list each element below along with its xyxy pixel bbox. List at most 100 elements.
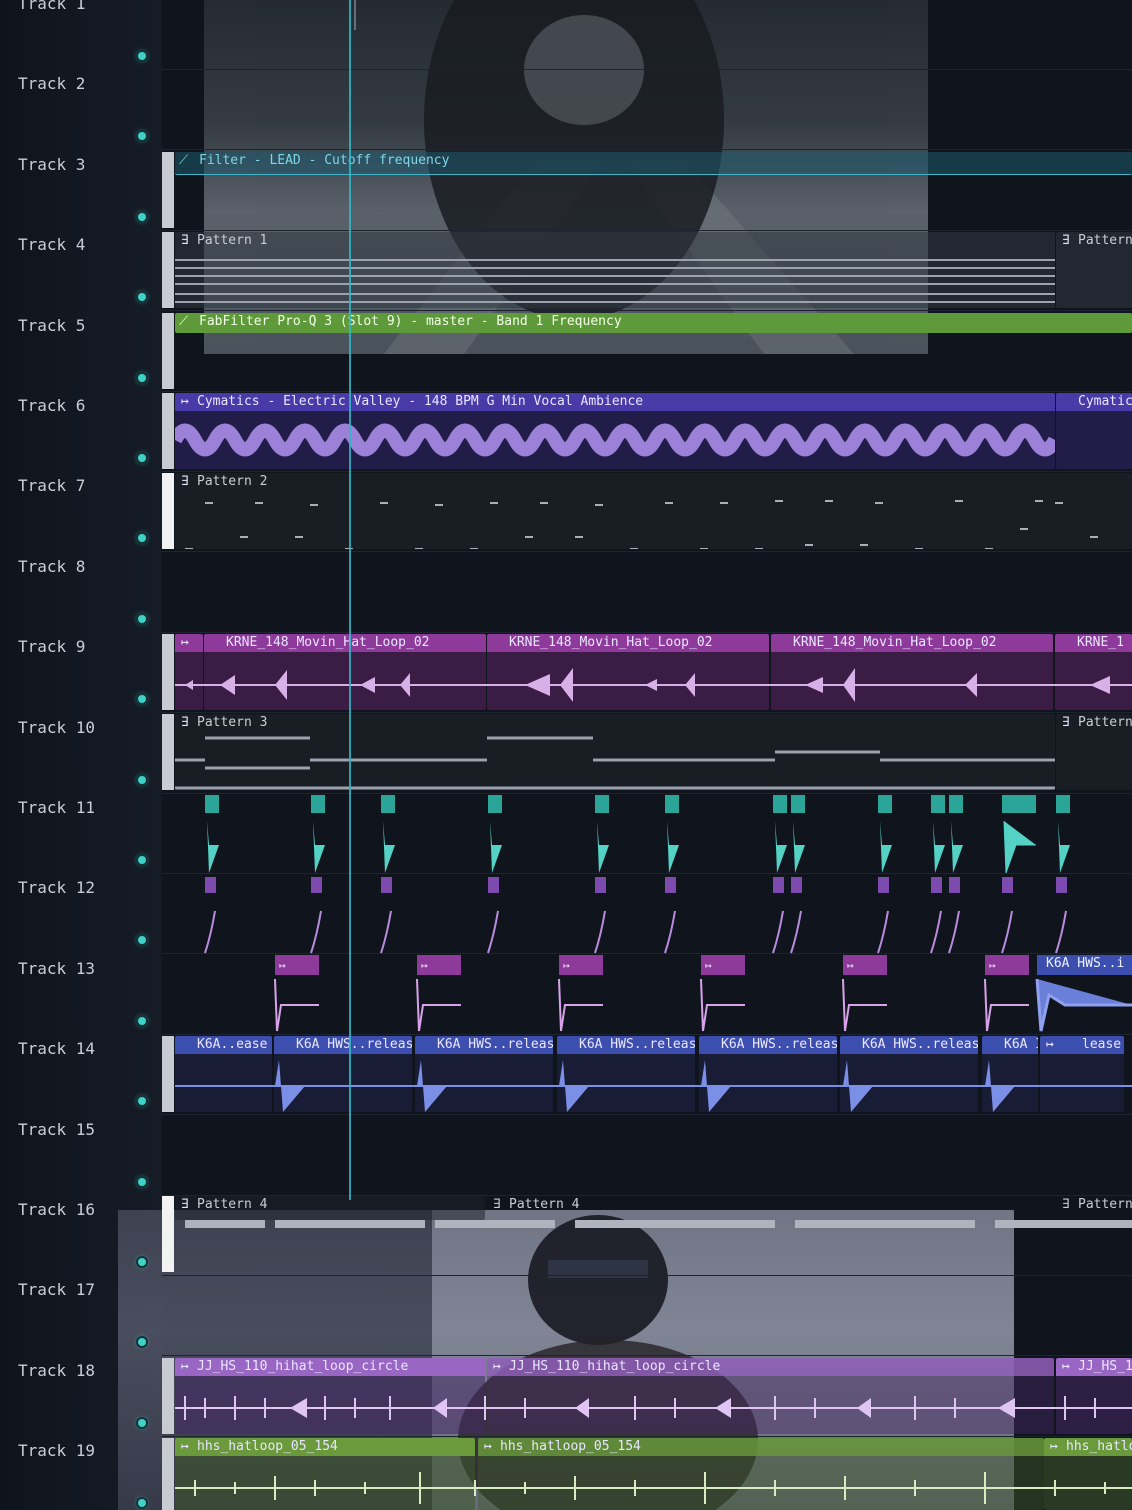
clip-title: Cymatics - Electric Valley - 148 BPM G M… (197, 394, 644, 409)
track-enable-dot[interactable] (138, 212, 146, 221)
track-row-separator (162, 390, 1132, 392)
track-row-separator (162, 551, 1132, 553)
track-label[interactable]: Track 16 (18, 1200, 95, 1219)
track-enable-dot[interactable] (138, 1016, 146, 1025)
clip-title: Pattern 2 (197, 474, 268, 489)
track-label[interactable]: Track 11 (18, 798, 95, 817)
track-14-handle[interactable] (162, 1036, 174, 1112)
clip-title: FabFilter Pro-Q 3 (Slot 9) - master - Ba… (199, 314, 622, 329)
clip-title: KRNE_1 (1077, 635, 1124, 650)
track-label[interactable]: Track 7 (18, 476, 85, 495)
clip-title: hhs_hatlo (1066, 1439, 1132, 1454)
track-label[interactable]: Track 17 (18, 1280, 95, 1299)
track-enable-dot[interactable] (138, 1258, 146, 1266)
clip-title: K6A HWS..release (437, 1037, 553, 1052)
clip-title: KRNE_148_Movin_Hat_Loop_02 (509, 635, 713, 650)
track-3-handle[interactable] (162, 152, 174, 228)
track-5-handle[interactable] (162, 313, 174, 389)
clip-title: JJ_HS_110_hihat_loop_circle (509, 1359, 721, 1374)
audio-clip-cymatics-b[interactable]: Cymatic (1056, 393, 1132, 469)
pattern-clip-2[interactable]: ∃ Pattern 2 (175, 473, 1132, 549)
pattern-notes (185, 500, 1098, 549)
clip-title: Cymatic (1078, 394, 1132, 409)
automation-clip-filter[interactable]: ⟋ Filter - LEAD - Cutoff frequency (175, 152, 1132, 175)
clip-title: JJ_HS_110_hihat_loop_circle (197, 1359, 409, 1374)
track-7-handle[interactable] (162, 473, 174, 549)
clip-title: Pattern 4 (197, 1197, 268, 1212)
waveform-jj (175, 1396, 1132, 1420)
track-11-oneshots (205, 795, 1070, 874)
track-label[interactable]: Track 1 (18, 0, 85, 13)
clip-title: Pattern 3 (197, 715, 268, 730)
svg-text:↦: ↦ (279, 959, 286, 972)
pattern-notes (175, 259, 1055, 303)
waveform-k6a (175, 1060, 1132, 1112)
track-enable-dot[interactable] (138, 1418, 146, 1427)
audio-clip-cymatics-a[interactable]: ↦ Cymatics - Electric Valley - 148 BPM G… (175, 393, 1055, 469)
track-10-handle[interactable] (162, 714, 174, 790)
track-row-separator (162, 1355, 1132, 1357)
track-label[interactable]: Track 12 (18, 878, 95, 897)
track-enable-dot[interactable] (138, 373, 146, 382)
track-row-separator (162, 149, 1132, 151)
clip-title: KRNE_148_Movin_Hat_Loop_02 (226, 635, 430, 650)
automation-clip-fabfilter[interactable]: ⟋ FabFilter Pro-Q 3 (Slot 9) - master - … (175, 313, 1132, 333)
track-row-separator (162, 792, 1132, 794)
track-enable-dot[interactable] (138, 775, 146, 784)
track-label[interactable]: Track 10 (18, 718, 95, 737)
pattern-clip-1a[interactable]: ∃ Pattern 1 (175, 232, 1055, 308)
pattern-clip-4c[interactable]: ∃ Pattern (1056, 1196, 1132, 1220)
track-label[interactable]: Track 4 (18, 235, 85, 254)
track-18-handle[interactable] (162, 1358, 174, 1434)
pattern-clip-3b[interactable]: ∃ Pattern (1056, 714, 1132, 790)
pattern-clip-1b[interactable]: ∃ Pattern (1056, 232, 1132, 308)
track-label[interactable]: Track 3 (18, 155, 85, 174)
clip-title: hhs_hatloop_05_154 (500, 1439, 641, 1454)
track-label[interactable]: Track 5 (18, 316, 85, 335)
track-row-separator (162, 1275, 1132, 1276)
track-label[interactable]: Track 2 (18, 74, 85, 93)
track-enable-dot[interactable] (138, 614, 146, 623)
waveform-hhs (175, 1472, 1132, 1504)
track-enable-dot[interactable] (138, 52, 146, 60)
track-label[interactable]: Track 8 (18, 557, 85, 576)
track-enable-dot[interactable] (138, 454, 146, 462)
svg-text:↦: ↦ (847, 959, 854, 972)
track-row-separator (162, 631, 1132, 633)
track-enable-dot[interactable] (138, 856, 146, 864)
audio-clip-icon: ↦ (181, 635, 189, 650)
track-label[interactable]: Track 14 (18, 1039, 95, 1058)
track-label[interactable]: Track 18 (18, 1361, 95, 1380)
clip-title: Pattern (1078, 1197, 1132, 1212)
svg-text:↦: ↦ (421, 959, 428, 972)
track-16-handle[interactable] (162, 1196, 174, 1272)
track-13-clips: ↦ ↦ ↦ ↦ ↦ ↦ (274, 955, 1132, 1032)
track-label[interactable]: Track 9 (18, 637, 85, 656)
track-4-handle[interactable] (162, 232, 174, 308)
track-row-separator (162, 471, 1132, 472)
track-label[interactable]: Track 19 (18, 1441, 95, 1460)
clip-title: Filter - LEAD - Cutoff frequency (199, 153, 450, 168)
clip-title: JJ_HS_1 (1078, 1359, 1132, 1374)
track-row-separator (162, 310, 1132, 312)
clip-title: lease (1082, 1037, 1122, 1052)
pattern-notes (175, 736, 1055, 790)
track-label[interactable]: Track 13 (18, 959, 95, 978)
track-9-handle[interactable] (162, 634, 174, 710)
pattern-clip-4a[interactable]: ∃ Pattern 4 (175, 1196, 485, 1220)
track-6-handle[interactable] (162, 393, 174, 469)
track-label[interactable]: Track 6 (18, 396, 85, 415)
track-label[interactable]: Track 15 (18, 1120, 95, 1139)
pattern-clip-3a[interactable]: ∃ Pattern 3 (175, 714, 1055, 790)
clip-title-k6a-13[interactable]: K6A HWS..i (1046, 956, 1124, 971)
svg-text:↦: ↦ (705, 959, 712, 972)
track-enable-dot[interactable] (138, 1177, 146, 1186)
clip-title: K6A..ease (197, 1037, 268, 1052)
pattern-clip-4b[interactable]: ∃ Pattern 4 (487, 1196, 637, 1220)
svg-text:↦: ↦ (989, 959, 996, 972)
playhead[interactable] (349, 0, 351, 1200)
track-19-handle[interactable] (162, 1438, 174, 1510)
clip-title: K6A HWS..release (862, 1037, 978, 1052)
svg-text:↦: ↦ (563, 959, 570, 972)
clip-title: Pattern 1 (197, 233, 268, 248)
